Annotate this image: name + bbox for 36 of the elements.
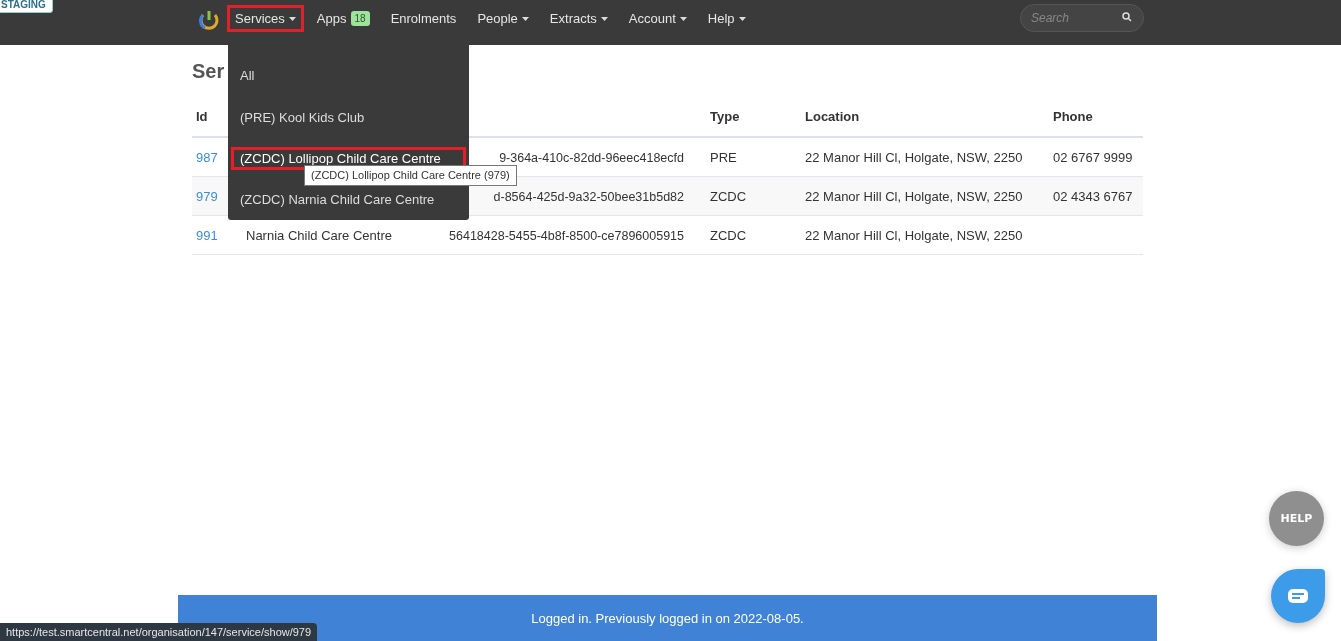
search-field[interactable]: Search <box>1020 3 1144 32</box>
nav-menu-item[interactable]: Account <box>620 5 695 32</box>
table-cell: 22 Manor Hill Cl, Holgate, NSW, 2250 <box>805 188 1023 204</box>
table-cell-text: 56418428-5455-4b8f-8500-ce7896005915 <box>448 228 684 243</box>
table-cell: PRE <box>710 149 737 165</box>
logo-icon[interactable] <box>199 8 219 31</box>
nav-menu-item[interactable]: Apps 18 <box>308 5 378 32</box>
chat-button[interactable] <box>1271 569 1325 623</box>
table-cell: Narnia Child Care Centre <box>246 227 392 243</box>
nav-menu-item[interactable]: Enrolments <box>382 5 465 32</box>
nav-menu-item[interactable]: People <box>469 5 537 32</box>
login-message: Logged in. Previously logged in on 2022-08-05. <box>531 610 804 626</box>
table-cell: 22 Manor Hill Cl, Holgate, NSW, 2250 <box>805 149 1023 165</box>
column-header: Phone <box>1053 109 1093 124</box>
column-header: Location <box>805 109 860 124</box>
search-icon <box>1122 11 1132 22</box>
menu-item[interactable]: All <box>231 55 466 97</box>
page-title: Ser <box>192 60 225 82</box>
nav-menu-item[interactable]: Extracts <box>541 5 616 32</box>
table-cell: 02 4343 6767 <box>1053 188 1133 204</box>
table-cell: 22 Manor Hill Cl, Holgate, NSW, 2250 <box>805 227 1023 243</box>
id-link[interactable]: 987 <box>196 149 218 165</box>
table-cell: ZCDC <box>710 188 747 204</box>
chat-icon <box>1288 589 1308 603</box>
count-badge: 18 <box>350 11 370 26</box>
column-header: Id <box>196 109 208 124</box>
table-cell: ZCDC <box>710 227 747 243</box>
column-header: Type <box>710 109 740 124</box>
id-link[interactable]: 991 <box>196 227 218 243</box>
nav-menu-item[interactable]: Services <box>227 5 304 32</box>
menu-item[interactable]: (PRE) Kool Kids Club <box>231 97 466 139</box>
tooltip: (ZCDC) Lollipop Child Care Centre (979) <box>304 165 517 186</box>
status-url: https://test.smartcentral.net/organisation/147/service/show/979 <box>0 623 318 641</box>
nav-menu-item[interactable]: Help <box>699 5 754 32</box>
table-cell: 02 6767 9999 <box>1053 149 1133 165</box>
environment-badge: STAGING <box>0 0 53 13</box>
